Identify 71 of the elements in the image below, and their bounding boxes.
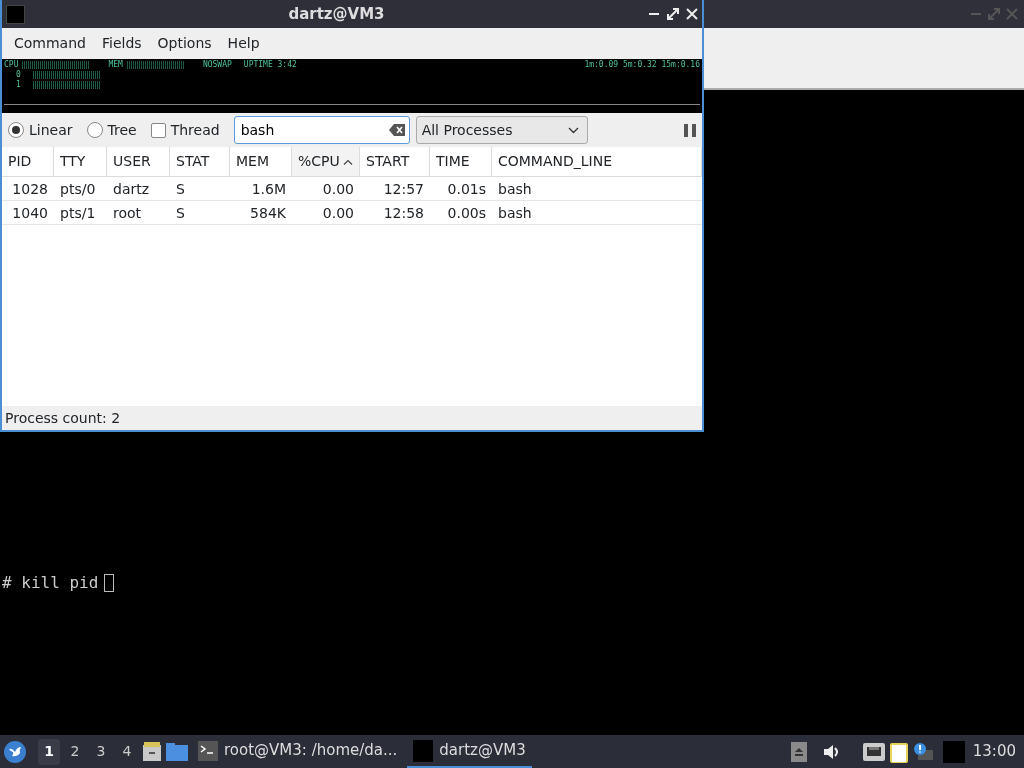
table-cell-text: bash [497, 204, 533, 223]
cpu-label: CPU [4, 60, 19, 70]
load-average: 1m:0.09 5m:0.32 15m:0.16 [584, 60, 700, 70]
table-cell-text: 584K [249, 204, 287, 223]
swap-label: NOSWAP [202, 60, 232, 70]
table-cell-text: dartz [112, 180, 151, 199]
table-cell-text: 1028 [11, 180, 49, 199]
core-meter-drawing [32, 71, 101, 79]
app-icon [413, 739, 434, 762]
column-header[interactable]: %CPU [292, 147, 360, 176]
desktop-switcher[interactable]: 3 [90, 738, 112, 765]
table-cell-text: 1.6M [250, 180, 287, 199]
table-cell-text: 0.01s [446, 180, 487, 199]
table-cell-text: 0.00s [446, 204, 487, 223]
clear-icon[interactable] [388, 124, 405, 136]
pause-icon[interactable] [684, 123, 696, 137]
eject-icon[interactable] [790, 741, 807, 762]
core-label: 0 [16, 70, 21, 80]
column-header[interactable]: START [360, 147, 430, 176]
core-label: 1 [16, 80, 21, 90]
menu-item[interactable]: Fields [93, 33, 150, 54]
caret-icon [567, 126, 579, 134]
terminal-command: # kill pid [2, 571, 99, 594]
desktop-switcher[interactable]: 4 [116, 738, 138, 765]
filter-dropdown[interactable]: All Processes [415, 116, 588, 144]
column-header[interactable]: COMMAND_LINE [492, 147, 702, 176]
folder-icon[interactable] [166, 742, 188, 761]
uptime-label: UPTIME 3:42 [243, 60, 297, 70]
desktop-switcher[interactable]: 2 [64, 738, 86, 765]
clock: 13:00 [971, 741, 1017, 763]
menu-item[interactable]: Options [149, 33, 220, 54]
search-field[interactable]: bash [233, 116, 410, 144]
sort-ascending-icon [342, 158, 353, 165]
table-cell-text: 12:58 [382, 204, 425, 223]
cpu-meter-drawing [22, 61, 91, 69]
table-cell-text: 0.00 [321, 204, 355, 223]
table-cell-text: 1040 [11, 204, 49, 223]
desktop-switcher[interactable]: 1 [38, 738, 60, 765]
volume-icon[interactable] [822, 743, 841, 760]
menu-item[interactable]: Help [219, 33, 268, 54]
column-header[interactable]: TTY [54, 147, 107, 176]
column-header[interactable]: USER [107, 147, 170, 176]
view-mode-radio[interactable]: Tree [86, 119, 145, 141]
window-title: dartz@VM3 [287, 3, 386, 25]
table-cell-text: S [175, 180, 186, 199]
thread-checkbox[interactable]: Thread [150, 119, 228, 141]
table-cell-text: S [175, 204, 186, 223]
table-cell-text: pts/0 [59, 180, 97, 199]
table-cell-text: bash [497, 180, 533, 199]
column-header[interactable]: TIME [430, 147, 492, 176]
column-header[interactable]: PID [2, 147, 54, 176]
memory-meter-drawing [126, 61, 185, 69]
notification-icon[interactable] [912, 741, 933, 762]
table-cell-text: 0.00 [321, 180, 355, 199]
taskbar-button[interactable]: root@VM3: /home/da... [192, 735, 404, 768]
app-icon [6, 4, 25, 24]
table-cell-text: root [112, 204, 143, 223]
memory-label: MEM [108, 60, 123, 70]
text-cursor [104, 573, 115, 592]
table-cell-text: pts/1 [59, 204, 97, 223]
terminal-icon [198, 740, 218, 761]
network-icon[interactable] [862, 742, 885, 761]
column-header[interactable]: STAT [170, 147, 230, 176]
file-cabinet-icon[interactable] [142, 741, 162, 762]
menu-item[interactable]: Command [6, 33, 94, 54]
process-count: Process count: 2 [5, 408, 121, 428]
table-cell-text: 12:57 [382, 180, 425, 199]
start-menu-icon[interactable] [4, 740, 26, 763]
view-mode-radio[interactable]: Linear [8, 119, 81, 141]
clipboard-icon[interactable] [888, 740, 909, 763]
taskbar-button[interactable]: dartz@VM3 [407, 735, 532, 768]
